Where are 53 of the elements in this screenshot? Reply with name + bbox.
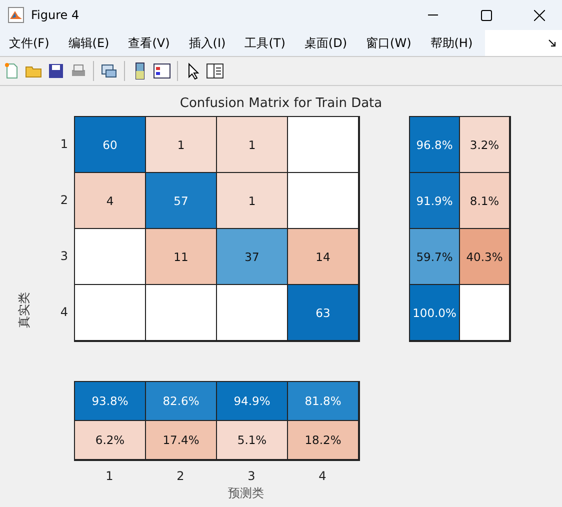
matrix-cell: 1 bbox=[217, 117, 288, 173]
menu-item[interactable]: 帮助(H) bbox=[423, 34, 480, 52]
matrix-cell: 59.7% bbox=[410, 229, 460, 285]
link-icon[interactable] bbox=[100, 62, 118, 80]
row-label: 3 bbox=[59, 248, 69, 265]
arrow-icon[interactable] bbox=[548, 39, 556, 47]
menu-item[interactable]: 窗口(W) bbox=[359, 34, 418, 52]
matrix-cell: 81.8% bbox=[288, 382, 359, 421]
menu-item[interactable]: 文件(F) bbox=[2, 34, 56, 52]
chart-title: Confusion Matrix for Train Data bbox=[178, 96, 384, 113]
column-label: 4 bbox=[318, 469, 328, 483]
row-label: 4 bbox=[59, 304, 69, 321]
matrix-cell: 1 bbox=[217, 173, 288, 229]
close-icon[interactable] bbox=[534, 10, 544, 20]
save-icon[interactable] bbox=[47, 62, 65, 80]
matrix-cell: 94.9% bbox=[217, 382, 288, 421]
matrix-cell: 100.0% bbox=[410, 285, 460, 341]
legend-icon[interactable] bbox=[153, 62, 171, 80]
column-label: 3 bbox=[246, 469, 256, 483]
menu-item[interactable]: 编辑(E) bbox=[61, 34, 116, 52]
matrix-cell: 6.2% bbox=[75, 421, 146, 460]
maximize-icon[interactable] bbox=[480, 10, 492, 20]
matrix-cell: 5.1% bbox=[217, 421, 288, 460]
app-icon bbox=[8, 7, 24, 23]
matrix-cell: 40.3% bbox=[460, 229, 510, 285]
row-label: 1 bbox=[59, 136, 69, 153]
matrix-cell: 3.2% bbox=[460, 117, 510, 173]
axis-label: 预测类 bbox=[227, 485, 265, 502]
menu-item[interactable]: 桌面(D) bbox=[297, 34, 354, 52]
matrix-cell: 14 bbox=[288, 229, 359, 285]
matrix-cell: 37 bbox=[217, 229, 288, 285]
row-label: 2 bbox=[59, 192, 69, 209]
axis-label: 真实类 bbox=[16, 292, 32, 328]
matrix-cell: 1 bbox=[146, 117, 217, 173]
panel-icon[interactable] bbox=[206, 62, 224, 80]
matrix-cell: 4 bbox=[75, 173, 146, 229]
column-label: 1 bbox=[104, 469, 114, 483]
menu-item[interactable]: 工具(T) bbox=[238, 34, 292, 52]
matrix-cell: 18.2% bbox=[288, 421, 359, 460]
column-label: 2 bbox=[176, 469, 186, 483]
matrix-cell: 63 bbox=[288, 285, 359, 341]
menu-item[interactable]: 插入(I) bbox=[182, 34, 233, 52]
menu-item[interactable]: 查看(V) bbox=[121, 34, 177, 52]
matrix-cell: 8.1% bbox=[460, 173, 510, 229]
matrix-cell: 96.8% bbox=[410, 117, 460, 173]
matrix-cell: 60 bbox=[75, 117, 146, 173]
matrix-cell: 57 bbox=[146, 173, 217, 229]
window-title: Figure 4 bbox=[31, 8, 80, 22]
matrix-cell: 17.4% bbox=[146, 421, 217, 460]
matrix-cell: 91.9% bbox=[410, 173, 460, 229]
matrix-cell: 11 bbox=[146, 229, 217, 285]
matrix-cell: 82.6% bbox=[146, 382, 217, 421]
matrix-cell: 93.8% bbox=[75, 382, 146, 421]
